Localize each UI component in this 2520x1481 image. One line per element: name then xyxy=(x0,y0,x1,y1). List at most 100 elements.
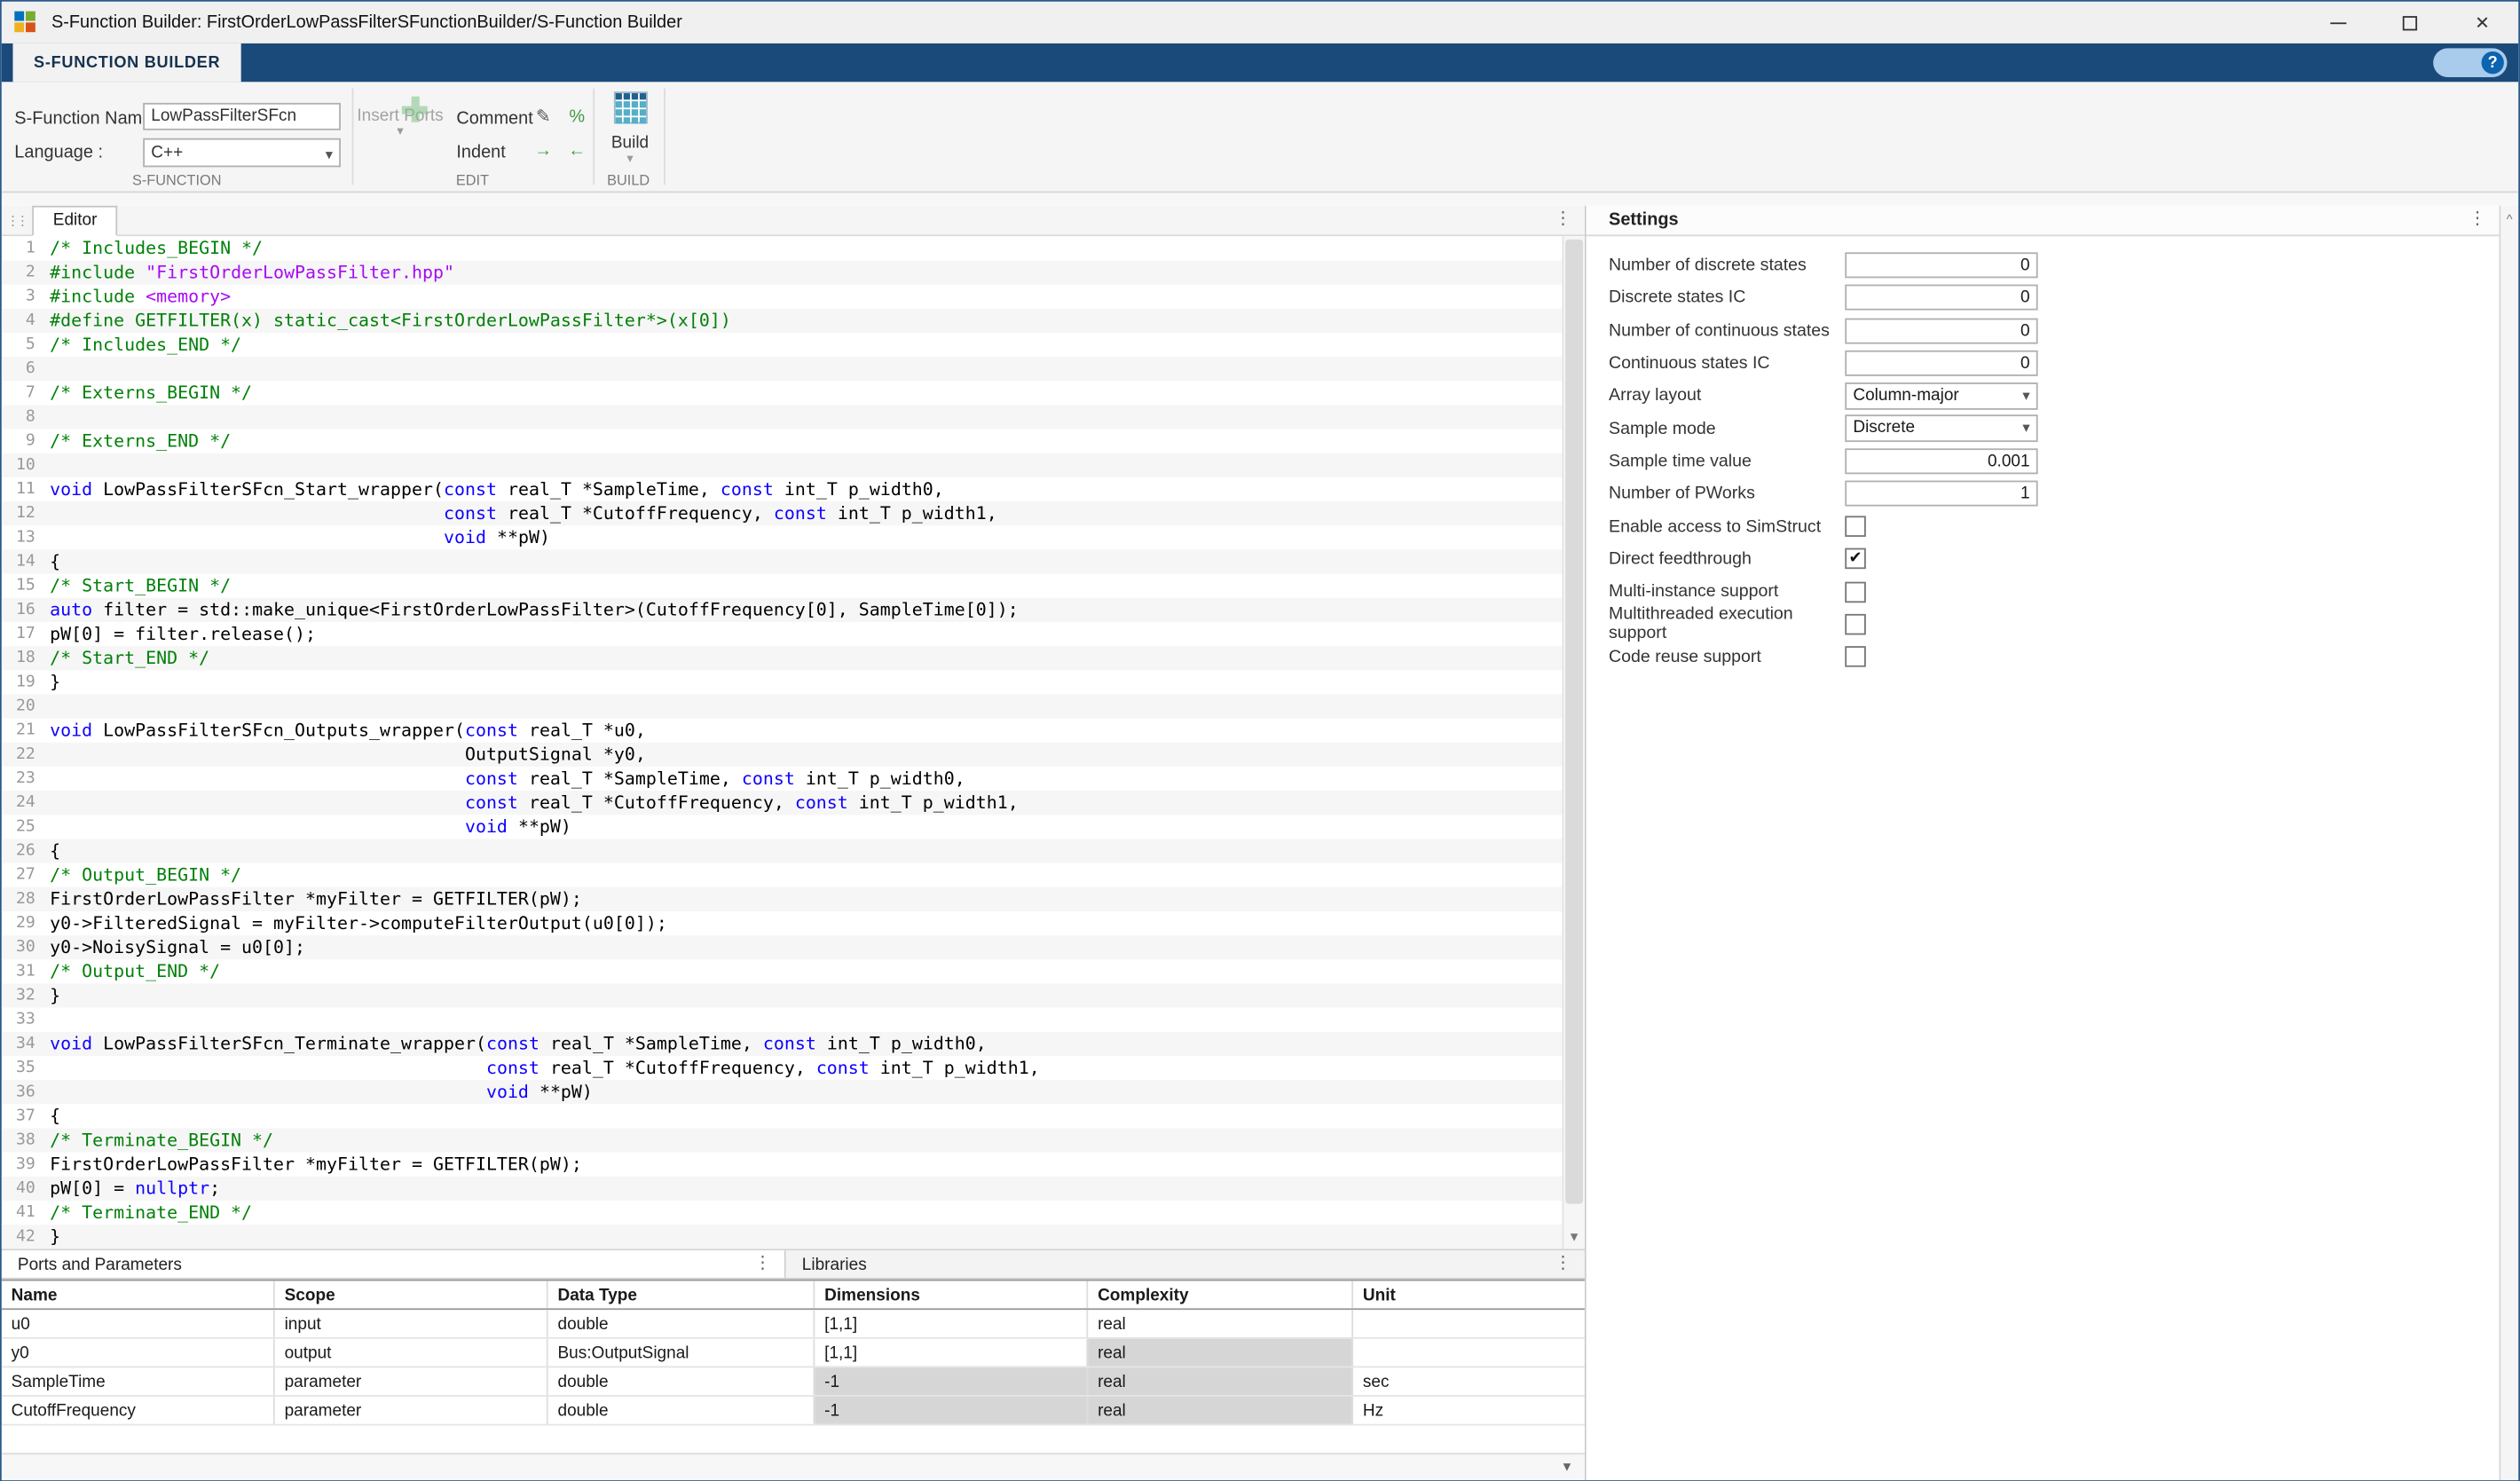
code-line[interactable]: 17pW[0] = filter.release(); xyxy=(2,622,1563,646)
editor-menu-icon[interactable]: ⋮ xyxy=(1554,208,1571,229)
code-line[interactable]: 23 const real_T *SampleTime, const int_T… xyxy=(2,767,1563,791)
code-line[interactable]: 37{ xyxy=(2,1104,1563,1128)
table-cell[interactable]: parameter xyxy=(275,1397,548,1424)
code-line[interactable]: 12 const real_T *CutoffFrequency, const … xyxy=(2,501,1563,525)
code-line[interactable]: 42} xyxy=(2,1225,1563,1249)
code-editor[interactable]: 1/* Includes_BEGIN */2#include "FirstOrd… xyxy=(2,236,1585,1249)
code-line[interactable]: 9/* Externs_END */ xyxy=(2,429,1563,453)
table-row[interactable]: y0outputBus:OutputSignal[1,1]real xyxy=(2,1339,1585,1368)
code-line[interactable]: 3#include <memory> xyxy=(2,285,1563,309)
code-line[interactable]: 8 xyxy=(2,405,1563,429)
code-line[interactable]: 2#include "FirstOrderLowPassFilter.hpp" xyxy=(2,260,1563,284)
code-line[interactable]: 36 void **pW) xyxy=(2,1080,1563,1104)
table-cell[interactable]: u0 xyxy=(2,1310,275,1337)
code-line[interactable]: 13 void **pW) xyxy=(2,525,1563,549)
tab-editor[interactable]: Editor xyxy=(32,205,118,235)
settings-input[interactable]: 0 xyxy=(1845,351,2037,376)
code-line[interactable]: 35 const real_T *CutoffFrequency, const … xyxy=(2,1056,1563,1080)
settings-input[interactable]: 1 xyxy=(1845,481,2037,507)
close-button[interactable]: ✕ xyxy=(2446,2,2519,43)
settings-select[interactable]: Discrete▾ xyxy=(1845,415,2037,443)
table-cell[interactable]: [1,1] xyxy=(815,1310,1088,1337)
language-select[interactable]: C++ ▾ xyxy=(143,138,341,168)
code-line[interactable]: 4#define GETFILTER(x) static_cast<FirstO… xyxy=(2,309,1563,333)
code-line[interactable]: 28FirstOrderLowPassFilter *myFilter = GE… xyxy=(2,887,1563,911)
code-line[interactable]: 40pW[0] = nullptr; xyxy=(2,1177,1563,1201)
settings-select[interactable]: Column-major▾ xyxy=(1845,382,2037,410)
code-line[interactable]: 5/* Includes_END */ xyxy=(2,333,1563,357)
code-line[interactable]: 11void LowPassFilterSFcn_Start_wrapper(c… xyxy=(2,477,1563,501)
code-line[interactable]: 27/* Output_BEGIN */ xyxy=(2,863,1563,887)
code-line[interactable]: 31/* Output_END */ xyxy=(2,959,1563,983)
code-line[interactable]: 30y0->NoisySignal = u0[0]; xyxy=(2,935,1563,959)
table-cell[interactable]: real xyxy=(1088,1310,1353,1337)
table-row[interactable]: u0inputdouble[1,1]real xyxy=(2,1310,1585,1339)
settings-input[interactable]: 0 xyxy=(1845,285,2037,311)
settings-checkbox[interactable]: ✔ xyxy=(1845,548,1866,570)
table-row[interactable]: SampleTimeparameterdouble-1realsec xyxy=(2,1367,1585,1397)
tab-sfunction-builder[interactable]: S-FUNCTION BUILDER xyxy=(12,43,240,82)
right-collapse-strip[interactable]: ^ xyxy=(2499,206,2518,1479)
code-line[interactable]: 19} xyxy=(2,670,1563,694)
table-cell[interactable]: y0 xyxy=(2,1339,275,1367)
settings-checkbox[interactable] xyxy=(1845,516,1866,537)
editor-scrollbar[interactable]: ▼ xyxy=(1563,236,1585,1249)
settings-checkbox[interactable] xyxy=(1845,614,1866,635)
table-cell[interactable]: CutoffFrequency xyxy=(2,1397,275,1424)
code-line[interactable]: 26{ xyxy=(2,839,1563,863)
scrollbar-down-icon[interactable]: ▼ xyxy=(1563,1226,1585,1248)
code-line[interactable]: 38/* Terminate_BEGIN */ xyxy=(2,1128,1563,1152)
indent-right-icon[interactable]: → xyxy=(531,140,556,164)
settings-checkbox[interactable] xyxy=(1845,646,1866,667)
settings-input[interactable]: 0.001 xyxy=(1845,448,2037,474)
settings-input[interactable]: 0 xyxy=(1845,318,2037,343)
code-line[interactable]: 24 const real_T *CutoffFrequency, const … xyxy=(2,791,1563,815)
code-line[interactable]: 15/* Start_BEGIN */ xyxy=(2,574,1563,598)
tab-libraries[interactable]: Libraries ⋮ xyxy=(786,1250,1585,1278)
code-line[interactable]: 6 xyxy=(2,357,1563,381)
table-cell[interactable]: double xyxy=(548,1367,815,1395)
help-button[interactable]: ? xyxy=(2433,48,2507,77)
code-line[interactable]: 7/* Externs_BEGIN */ xyxy=(2,381,1563,405)
code-line[interactable]: 22 OutputSignal *y0, xyxy=(2,743,1563,767)
build-button[interactable]: Build ▾ xyxy=(596,91,664,165)
comment-pencil-icon[interactable]: ✎ xyxy=(531,106,556,130)
libraries-menu-icon[interactable]: ⋮ xyxy=(1554,1252,1571,1273)
table-cell[interactable]: [1,1] xyxy=(815,1339,1088,1367)
code-line[interactable]: 39FirstOrderLowPassFilter *myFilter = GE… xyxy=(2,1153,1563,1177)
settings-checkbox[interactable] xyxy=(1845,581,1866,603)
insert-ports-button[interactable]: Insert Ports ▾ xyxy=(355,95,445,138)
code-line[interactable]: 21void LowPassFilterSFcn_Outputs_wrapper… xyxy=(2,719,1563,743)
table-cell[interactable]: Bus:OutputSignal xyxy=(548,1339,815,1367)
table-cell[interactable]: double xyxy=(548,1397,815,1424)
settings-input[interactable]: 0 xyxy=(1845,253,2037,279)
code-line[interactable]: 20 xyxy=(2,694,1563,718)
table-cell[interactable]: double xyxy=(548,1310,815,1337)
settings-menu-icon[interactable]: ⋮ xyxy=(2469,208,2486,229)
code-line[interactable]: 32} xyxy=(2,983,1563,1007)
tab-ports-and-parameters[interactable]: Ports and Parameters ⋮ xyxy=(2,1250,786,1278)
table-cell[interactable]: output xyxy=(275,1339,548,1367)
table-cell[interactable]: parameter xyxy=(275,1367,548,1395)
table-cell[interactable] xyxy=(1353,1339,1585,1367)
code-line[interactable]: 18/* Start_END */ xyxy=(2,646,1563,670)
code-line[interactable]: 16auto filter = std::make_unique<FirstOr… xyxy=(2,598,1563,622)
code-line[interactable]: 29y0->FilteredSignal = myFilter->compute… xyxy=(2,911,1563,935)
table-cell[interactable]: Hz xyxy=(1353,1397,1585,1424)
sfunction-name-input[interactable]: LowPassFilterSFcn xyxy=(143,103,341,130)
code-line[interactable]: 34void LowPassFilterSFcn_Terminate_wrapp… xyxy=(2,1032,1563,1056)
ports-menu-icon[interactable]: ⋮ xyxy=(753,1252,771,1273)
collapse-panel-icon[interactable]: ▼ xyxy=(1555,1455,1578,1477)
minimize-button[interactable] xyxy=(2302,2,2374,43)
code-line[interactable]: 25 void **pW) xyxy=(2,815,1563,839)
table-cell[interactable] xyxy=(1353,1310,1585,1337)
code-line[interactable]: 41/* Terminate_END */ xyxy=(2,1201,1563,1225)
table-row[interactable]: CutoffFrequencyparameterdouble-1realHz xyxy=(2,1397,1585,1426)
uncomment-icon[interactable]: % xyxy=(564,106,590,130)
table-cell[interactable]: SampleTime xyxy=(2,1367,275,1395)
scrollbar-thumb[interactable] xyxy=(1565,240,1583,1204)
code-line[interactable]: 14{ xyxy=(2,549,1563,573)
table-cell[interactable]: sec xyxy=(1353,1367,1585,1395)
indent-left-icon[interactable]: ← xyxy=(564,140,590,164)
code-line[interactable]: 1/* Includes_BEGIN */ xyxy=(2,236,1563,260)
